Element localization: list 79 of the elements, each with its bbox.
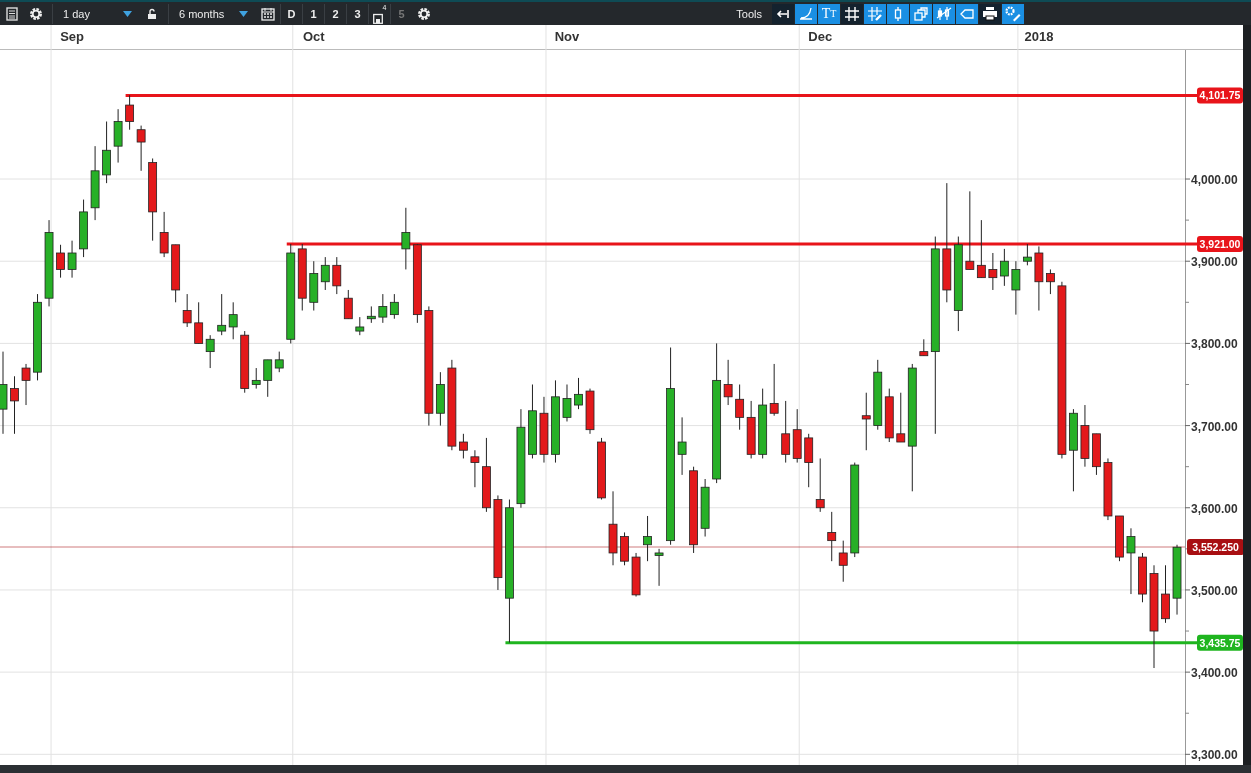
y-tick-label: 3,400.00	[1191, 666, 1238, 681]
candle-wick	[14, 375, 15, 435]
y-tick-label: 3,800.00	[1191, 337, 1238, 352]
tool-button[interactable]	[910, 3, 932, 24]
y-tick-label: 3,900.00	[1191, 255, 1238, 270]
y-tick-label: 3,600.00	[1191, 501, 1238, 516]
grid-pencil-icon	[867, 5, 883, 22]
candle-wick	[1049, 268, 1051, 295]
candle-wick	[681, 416, 683, 476]
candle-wick	[405, 207, 407, 270]
candle-wick	[831, 511, 833, 562]
candle-wick	[474, 449, 476, 488]
y-tick-label: 3,500.00	[1191, 583, 1238, 598]
candle-wick	[71, 240, 73, 279]
tool-button[interactable]	[864, 3, 886, 24]
month-label: Oct	[302, 29, 325, 44]
y-tick-label: 3,300.00	[1191, 748, 1238, 763]
tool-button[interactable]	[933, 3, 955, 24]
caret-icon	[123, 10, 132, 17]
candle-wick	[658, 548, 660, 587]
tool-button[interactable]	[772, 3, 794, 24]
month-label: Nov	[554, 29, 580, 44]
candle-wick	[865, 392, 867, 451]
candle-wick	[255, 367, 257, 390]
caret-icon	[239, 10, 248, 17]
candle-wick	[566, 384, 568, 422]
curve-icon	[798, 5, 814, 22]
candlesticks-icon	[936, 5, 952, 22]
candle-wick	[336, 256, 338, 295]
candle-wick	[1130, 527, 1132, 595]
candle-wick	[221, 293, 223, 336]
tool-button[interactable]	[956, 3, 978, 24]
candle-wick	[578, 377, 579, 410]
candle-wick	[842, 540, 844, 583]
candle-wick	[819, 457, 821, 513]
candle-wick	[324, 256, 326, 291]
tool-button[interactable]	[979, 3, 1001, 24]
candle-wick	[129, 94, 131, 131]
candle-wick	[739, 384, 741, 431]
candle-wick	[140, 125, 142, 172]
save-icon	[372, 12, 383, 24]
settings-icon	[1005, 5, 1021, 22]
price-tag-label: 3,435.75	[1199, 636, 1241, 649]
candle-wick	[992, 252, 994, 291]
price-tag-label: 4,101.75	[1199, 89, 1241, 102]
candle-wick	[60, 244, 62, 279]
print-icon	[982, 5, 998, 22]
tools-label: Tools	[736, 7, 762, 20]
candle-wick	[163, 211, 165, 258]
candle-wick	[1015, 260, 1017, 316]
price-tag-label: 3,921.00	[1199, 237, 1241, 250]
candle-wick	[462, 433, 464, 459]
month-label: Sep	[60, 29, 84, 44]
month-label: 2018	[1024, 29, 1054, 44]
windows-icon	[913, 5, 929, 22]
candle-wick	[1003, 248, 1005, 287]
price-tag-label: 3,552.250	[1192, 541, 1239, 553]
y-tick-label: 4,000.00	[1191, 173, 1238, 188]
candle-wick	[209, 334, 211, 369]
candle-wick	[393, 293, 395, 320]
y-tick-label: 3,700.00	[1191, 419, 1238, 434]
candle-wick	[773, 363, 775, 417]
tool-button[interactable]	[795, 3, 817, 24]
candle-wick	[232, 301, 234, 340]
candle-wick	[25, 363, 27, 406]
candle-wick	[1026, 243, 1028, 266]
candle-wick	[382, 293, 384, 324]
candle-wick	[647, 515, 649, 562]
month-label: Dec	[808, 29, 833, 44]
candle-wick	[359, 316, 361, 336]
candle-wick	[186, 293, 188, 328]
tool-button[interactable]	[887, 3, 909, 24]
candle-wick	[278, 351, 280, 373]
grid-icon	[844, 5, 860, 22]
candle-wick	[785, 400, 787, 464]
tool-button[interactable]	[841, 3, 863, 24]
tool-button[interactable]	[1002, 3, 1024, 24]
horizontal-level-line[interactable]	[125, 93, 1197, 97]
candle-wick	[727, 359, 729, 406]
